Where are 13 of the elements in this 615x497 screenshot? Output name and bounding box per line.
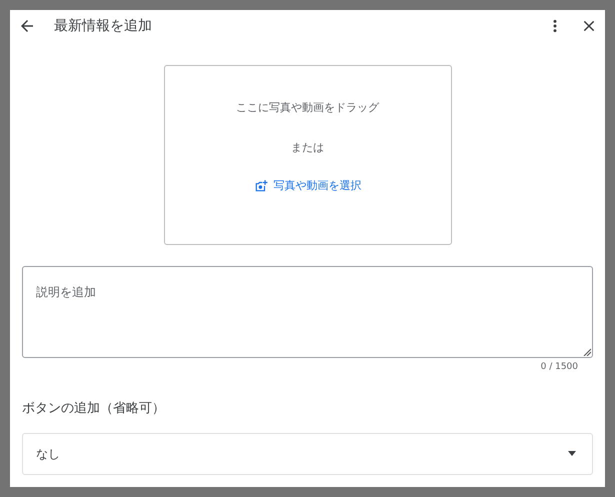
button-type-select[interactable]: なし	[22, 432, 593, 474]
drag-hint: ここに写真や動画をドラッグ	[236, 100, 379, 116]
section-label: ボタンの追加（省略可）	[22, 400, 165, 416]
description-field[interactable]: 説明を追加	[22, 266, 593, 358]
resize-handle-icon[interactable]	[583, 348, 591, 356]
or-text: または	[291, 140, 324, 156]
select-media-link[interactable]: 写真や動画を選択	[254, 178, 362, 194]
add-photo-icon	[254, 179, 268, 194]
upload-dropzone[interactable]: ここに写真や動画をドラッグ または 写真や動画を選択	[164, 65, 452, 245]
close-icon[interactable]	[581, 18, 597, 34]
dropdown-caret-icon	[568, 451, 576, 456]
dialog-title: 最新情報を追加	[54, 16, 152, 36]
character-counter: 0 / 1500	[540, 361, 578, 374]
